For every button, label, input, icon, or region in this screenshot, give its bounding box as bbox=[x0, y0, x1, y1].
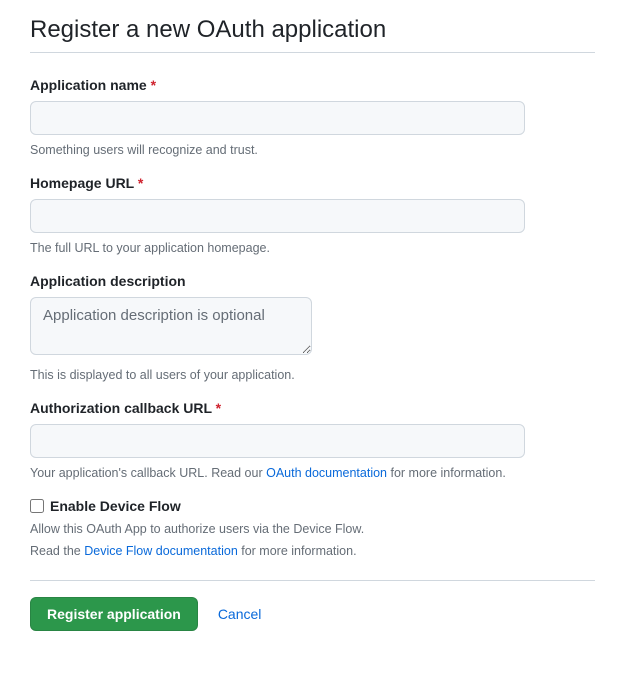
divider bbox=[30, 580, 595, 581]
homepage-url-hint: The full URL to your application homepag… bbox=[30, 241, 595, 255]
app-name-label: Application name * bbox=[30, 77, 595, 93]
app-name-input[interactable] bbox=[30, 101, 525, 135]
cancel-link[interactable]: Cancel bbox=[218, 606, 262, 622]
description-hint: This is displayed to all users of your a… bbox=[30, 368, 595, 382]
callback-url-label: Authorization callback URL * bbox=[30, 400, 595, 416]
device-flow-checkbox[interactable] bbox=[30, 499, 44, 513]
device-flow-docs-link[interactable]: Device Flow documentation bbox=[84, 544, 238, 558]
homepage-url-label: Homepage URL * bbox=[30, 175, 595, 191]
required-asterisk: * bbox=[138, 175, 143, 191]
register-button[interactable]: Register application bbox=[30, 597, 198, 631]
device-flow-hint2: Read the Device Flow documentation for m… bbox=[30, 544, 595, 558]
page-title: Register a new OAuth application bbox=[30, 16, 595, 53]
homepage-url-input[interactable] bbox=[30, 199, 525, 233]
required-asterisk: * bbox=[216, 400, 221, 416]
app-name-hint: Something users will recognize and trust… bbox=[30, 143, 595, 157]
description-label: Application description bbox=[30, 273, 595, 289]
callback-url-input[interactable] bbox=[30, 424, 525, 458]
callback-url-hint: Your application's callback URL. Read ou… bbox=[30, 466, 595, 480]
device-flow-label: Enable Device Flow bbox=[50, 498, 181, 514]
description-textarea[interactable] bbox=[30, 297, 312, 355]
required-asterisk: * bbox=[151, 77, 156, 93]
oauth-docs-link[interactable]: OAuth documentation bbox=[266, 466, 387, 480]
device-flow-hint1: Allow this OAuth App to authorize users … bbox=[30, 522, 595, 536]
